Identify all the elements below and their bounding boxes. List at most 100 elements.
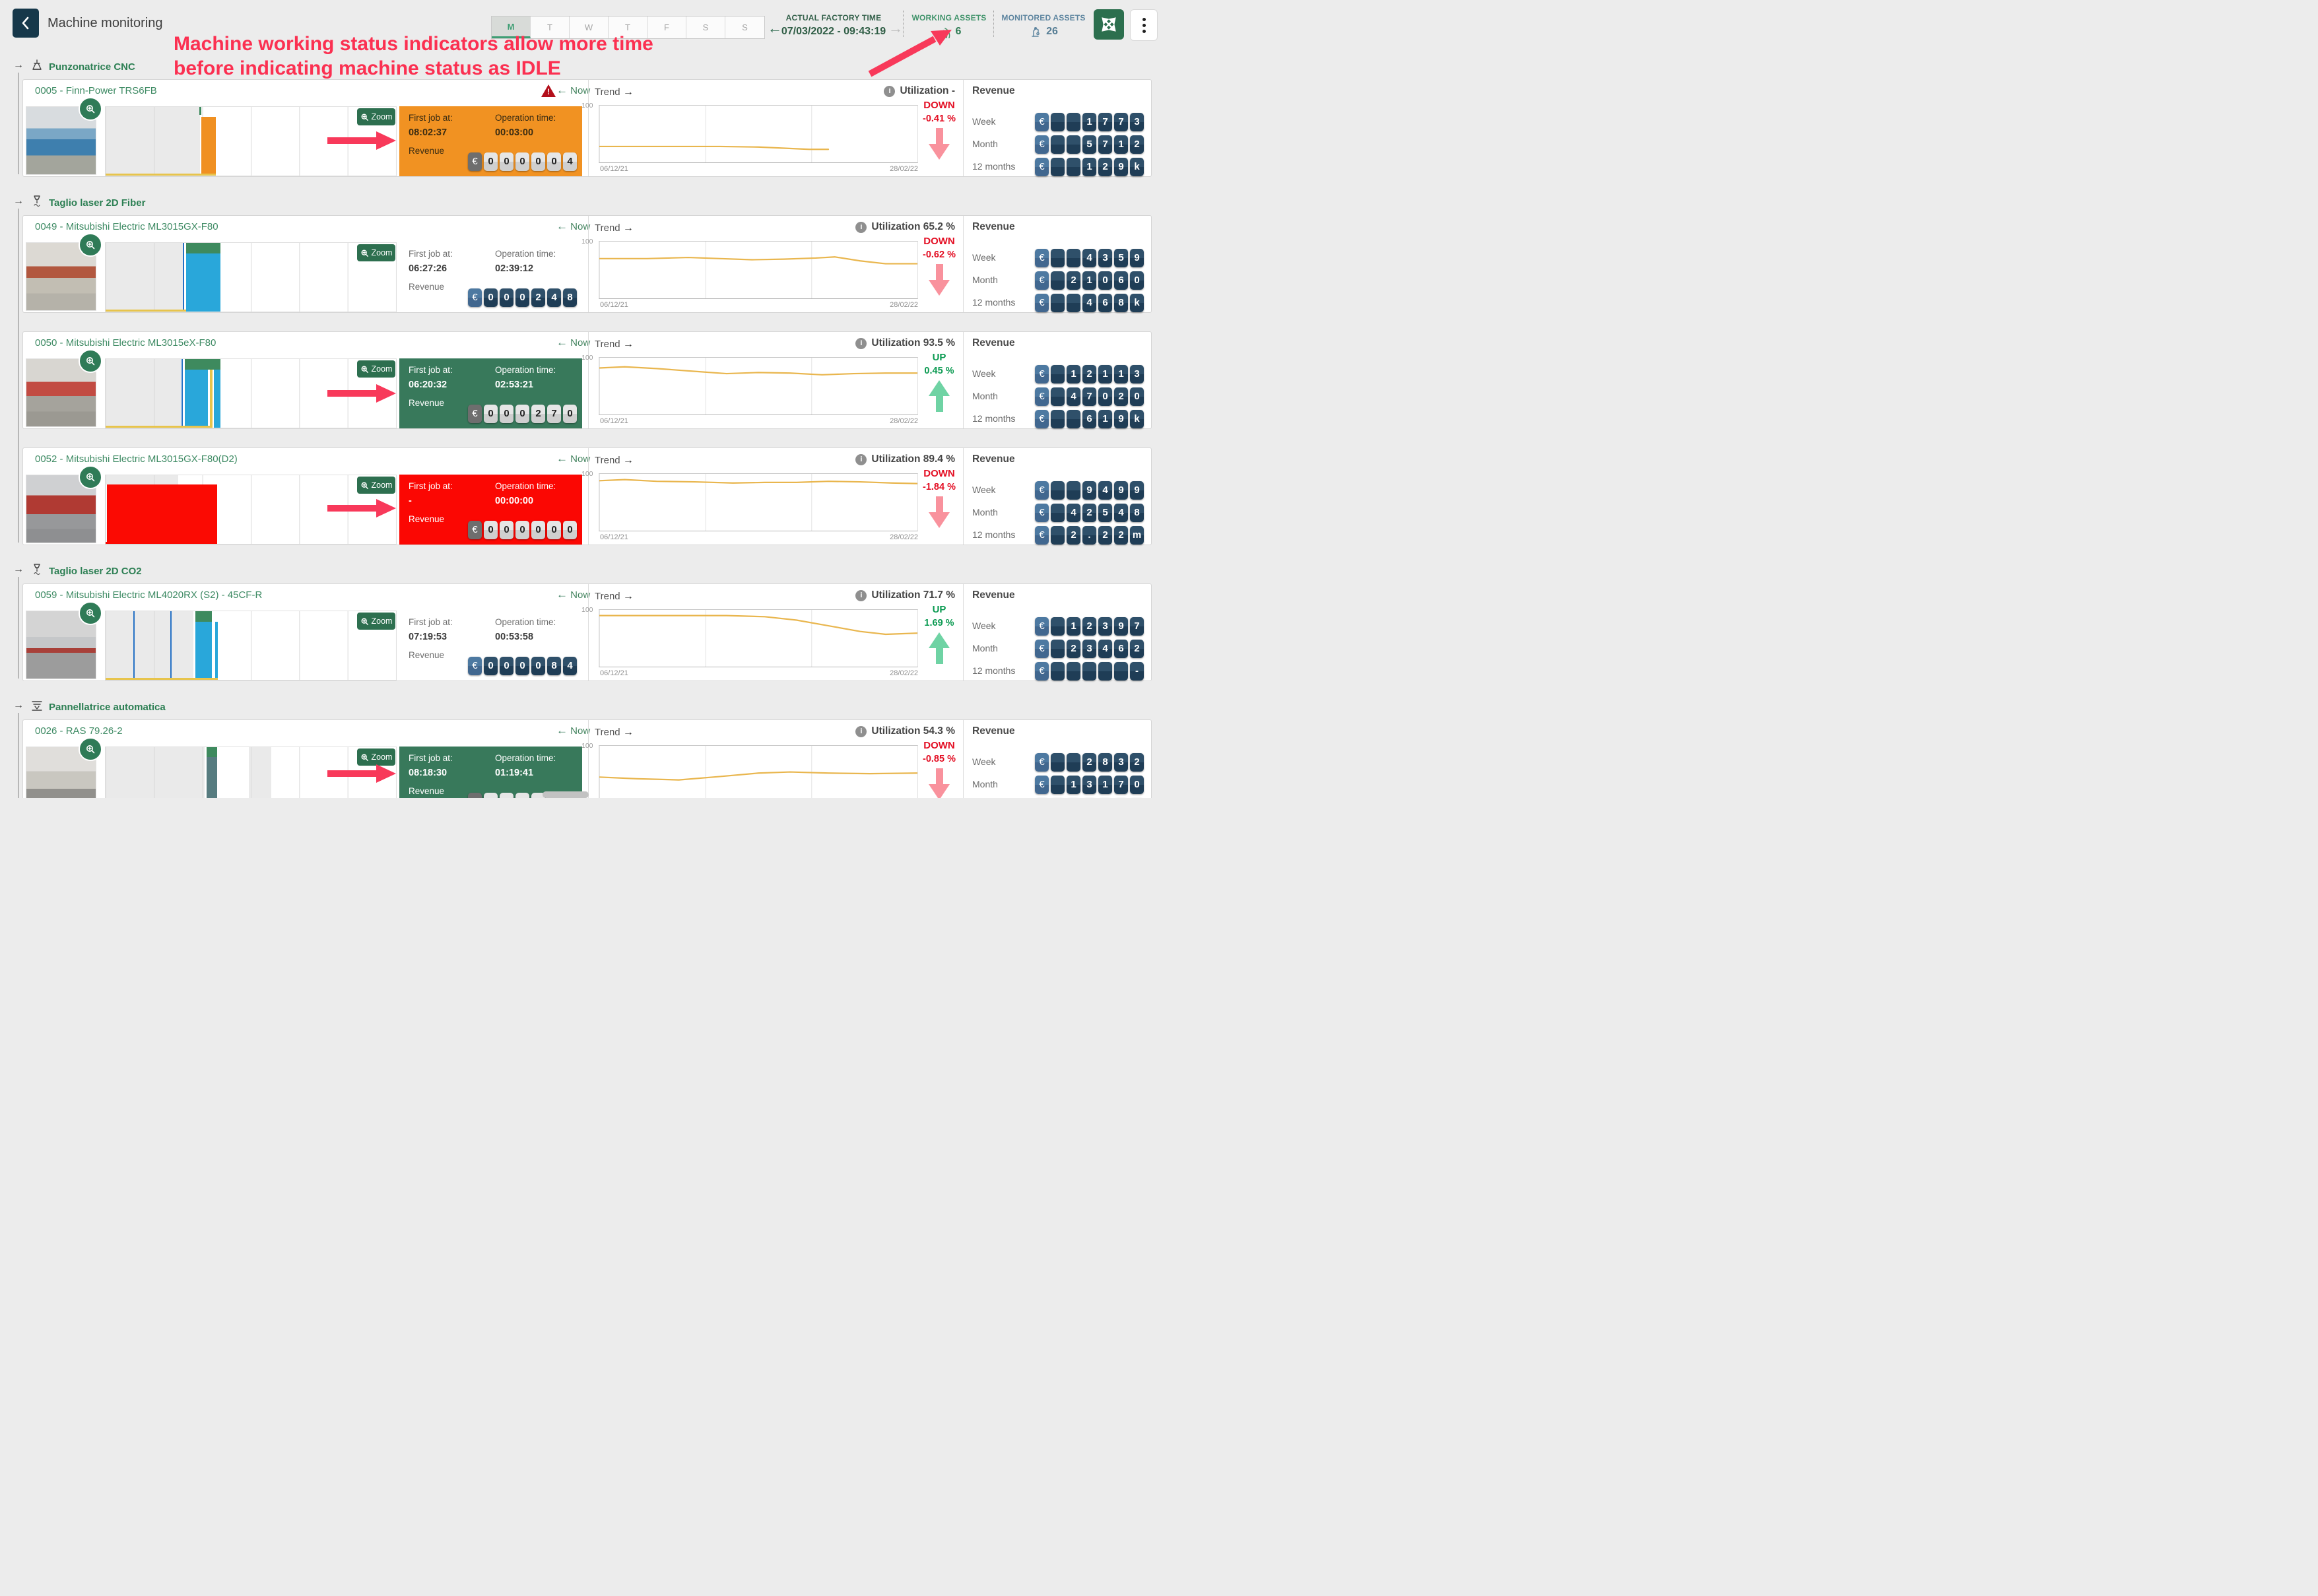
status-counter: €000248 <box>466 288 577 307</box>
fullscreen-button[interactable] <box>1094 9 1124 40</box>
timeline[interactable] <box>105 611 397 681</box>
timeline-zoom-button[interactable]: Zoom <box>357 748 395 766</box>
timeline-zoom-button[interactable]: Zoom <box>357 477 395 494</box>
day-cell-6[interactable]: S <box>725 17 764 38</box>
day-cell-4[interactable]: F <box>647 17 686 38</box>
back-button[interactable] <box>13 9 39 38</box>
timeline-zoom-button[interactable]: Zoom <box>357 244 395 261</box>
revenue-section-title: Revenue <box>972 85 1015 97</box>
counter-digit: 0 <box>500 405 513 423</box>
menu-button[interactable] <box>1130 9 1158 41</box>
trend-link[interactable]: Trend → <box>595 591 634 603</box>
trend-arrow-icon: → <box>623 591 634 602</box>
now-indicator: ← Now <box>556 452 590 465</box>
arrow-head <box>929 512 950 528</box>
timeline-zoom-button[interactable]: Zoom <box>357 360 395 378</box>
timeline-zoom-button[interactable]: Zoom <box>357 613 395 630</box>
working-assets: WORKING ASSETS 6 <box>908 13 991 38</box>
machine-name[interactable]: 0050 - Mitsubishi Electric ML3015eX-F80 <box>35 337 216 349</box>
machine-name[interactable]: 0059 - Mitsubishi Electric ML4020RX (S2)… <box>35 589 262 601</box>
previous-day-arrow[interactable]: ← <box>768 20 782 37</box>
info-icon[interactable]: i <box>855 338 867 349</box>
counter-digit <box>1067 753 1080 772</box>
euro-box: € <box>1035 271 1049 290</box>
machine-name[interactable]: 0005 - Finn-Power TRS6FB <box>35 85 157 96</box>
counter-digit: 6 <box>1082 410 1096 428</box>
info-icon[interactable]: i <box>855 590 867 601</box>
counter-digit: 0 <box>484 521 498 539</box>
factory-time: ACTUAL FACTORY TIME 07/03/2022 - 09:43:1… <box>781 13 886 38</box>
counter-digit <box>1051 271 1065 290</box>
monitored-assets: MONITORED ASSETS 26 <box>997 13 1090 38</box>
day-cell-5[interactable]: S <box>686 17 725 38</box>
counter-digit: 2 <box>1130 135 1144 154</box>
trend-link[interactable]: Trend → <box>595 727 634 739</box>
counter-digit: 1 <box>1098 776 1112 794</box>
horizontal-scrollbar-thumb[interactable] <box>543 791 589 798</box>
machine-monitoring-page: Machine monitoring MTWTFSS ← ACTUAL FACT… <box>0 0 1159 798</box>
euro-box: € <box>468 152 482 171</box>
counter-digit <box>1051 135 1065 154</box>
counter-digit: 8 <box>1114 294 1128 312</box>
counter-digit: 3 <box>1098 617 1112 636</box>
timeline-zoom-button[interactable]: Zoom <box>357 108 395 125</box>
magnifier-icon <box>360 113 369 121</box>
week-label: Week <box>972 368 996 379</box>
counter-digit: 7 <box>1114 776 1128 794</box>
counter-digit: 2 <box>1067 271 1080 290</box>
now-arrow-icon: ← <box>556 452 568 465</box>
photo-zoom-button[interactable] <box>79 233 102 257</box>
euro-box: € <box>1035 294 1049 312</box>
first-job-time: 06:27:26 <box>409 263 447 274</box>
trend-link[interactable]: Trend → <box>595 86 634 98</box>
photo-zoom-button[interactable] <box>79 349 102 373</box>
photo-zoom-button[interactable] <box>79 465 102 489</box>
utilization: i Utilization 71.7 % <box>749 589 955 601</box>
timeline[interactable] <box>105 106 397 176</box>
monitored-assets-label: MONITORED ASSETS <box>997 13 1090 22</box>
trend-link[interactable]: Trend → <box>595 339 634 350</box>
machine-name[interactable]: 0052 - Mitsubishi Electric ML3015GX-F80(… <box>35 453 238 465</box>
timeline-segment <box>214 370 220 428</box>
counter-digit: 4 <box>1098 481 1112 500</box>
timeline[interactable] <box>105 242 397 312</box>
trend-arrow-shape <box>919 264 959 296</box>
now-arrow-icon: ← <box>556 724 568 737</box>
photo-zoom-button[interactable] <box>79 737 102 761</box>
divider <box>993 11 994 37</box>
timeline-segment <box>107 484 217 544</box>
timeline[interactable] <box>105 358 397 428</box>
now-arrow-icon: ← <box>556 84 568 96</box>
now-label: Now <box>570 453 590 465</box>
info-icon[interactable]: i <box>855 222 867 233</box>
magnifier-icon <box>360 249 369 257</box>
year-counter: €619k <box>1033 410 1144 428</box>
next-day-arrow[interactable]: → <box>888 20 903 37</box>
now-indicator: ← Now <box>556 220 590 233</box>
revenue-label: Revenue <box>409 786 444 796</box>
counter-digit <box>1067 135 1080 154</box>
counter-digit: 8 <box>563 288 577 307</box>
machine-name[interactable]: 0049 - Mitsubishi Electric ML3015GX-F80 <box>35 221 218 232</box>
first-job-label: First job at: <box>409 113 453 123</box>
photo-zoom-button[interactable] <box>79 97 102 121</box>
group-label: Punzonatrice CNC <box>49 61 135 73</box>
arrow-stem <box>936 396 943 412</box>
euro-box: € <box>1035 387 1049 406</box>
info-icon[interactable]: i <box>855 726 867 737</box>
counter-digit: 0 <box>515 657 529 675</box>
machine-name[interactable]: 0026 - RAS 79.26-2 <box>35 725 123 737</box>
counter-digit: 0 <box>531 152 545 171</box>
info-icon[interactable]: i <box>884 86 895 97</box>
counter-digit <box>1051 365 1065 383</box>
counter-digit: k <box>1130 294 1144 312</box>
timeline[interactable] <box>105 475 397 545</box>
photo-zoom-button[interactable] <box>79 601 102 625</box>
info-icon[interactable]: i <box>855 454 867 465</box>
counter-digit: 1 <box>1098 365 1112 383</box>
timeline[interactable] <box>105 747 397 798</box>
trend-link[interactable]: Trend → <box>595 222 634 234</box>
counter-digit: 0 <box>500 793 513 798</box>
arrow-stem <box>936 648 943 664</box>
trend-link[interactable]: Trend → <box>595 455 634 467</box>
